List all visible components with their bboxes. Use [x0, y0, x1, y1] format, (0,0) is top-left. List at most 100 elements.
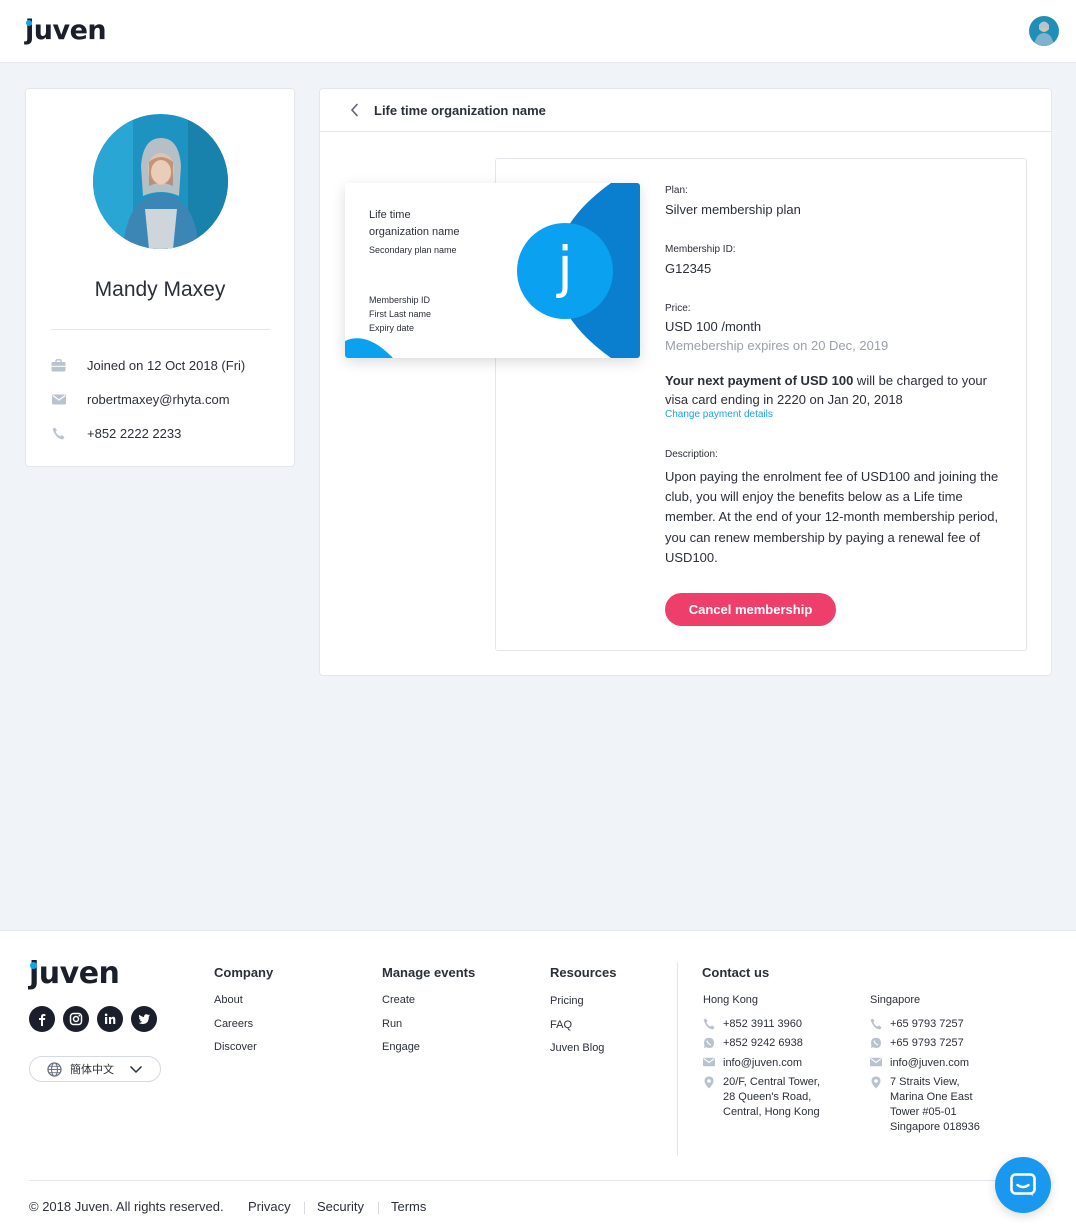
profile-name: Mandy Maxey — [94, 278, 226, 301]
phone-row: +852 2222 2233 — [51, 423, 291, 443]
phone-icon — [870, 1018, 882, 1030]
expiry-text: Memebership expires on 20 Dec, 2019 — [665, 338, 889, 353]
hk-whatsapp-text: +852 9242 6938 — [723, 1037, 803, 1049]
sg-email[interactable]: info@juven.com — [870, 1056, 970, 1071]
contact-heading: Contact us — [702, 965, 770, 980]
sg-whatsapp-text: +65 9793 7257 — [890, 1037, 964, 1049]
manage-events-heading: Manage events — [382, 965, 476, 980]
card-member-name: First Last name — [369, 309, 432, 319]
twitter-icon[interactable] — [131, 1006, 157, 1032]
divider — [51, 329, 270, 330]
sg-phone[interactable]: +65 9793 7257 — [870, 1017, 964, 1032]
top-navbar: juven — [0, 0, 1076, 63]
globe-icon — [47, 1061, 62, 1077]
next-payment-bold: Your next payment of USD 100 — [665, 373, 854, 388]
briefcase-icon — [51, 358, 66, 372]
profile-photo — [93, 114, 228, 249]
joined-row: Joined on 12 Oct 2018 (Fri) — [51, 355, 291, 375]
facebook-icon[interactable] — [29, 1006, 55, 1032]
price-value: USD 100 /month — [665, 319, 762, 334]
logo-text: juven — [25, 15, 107, 46]
logo-dot — [26, 20, 32, 26]
city-singapore: Singapore — [870, 994, 921, 1006]
next-payment-rest: will be charged to your — [853, 373, 987, 388]
card-membership-id: Membership ID — [369, 295, 431, 305]
hk-email[interactable]: info@juven.com — [703, 1056, 803, 1071]
city-hong-kong: Hong Kong — [703, 994, 759, 1006]
footer-link-engage[interactable]: Engage — [382, 1041, 420, 1053]
footer-link-security[interactable]: Security — [317, 1199, 364, 1214]
card-org-line1: Life time — [369, 209, 411, 221]
phone-text[interactable]: +852 2222 2233 — [87, 426, 181, 441]
sg-address-line: Singapore 018936 — [890, 1121, 980, 1133]
change-payment-link[interactable]: Change payment details — [665, 409, 773, 420]
hk-email-text: info@juven.com — [723, 1057, 803, 1069]
panel-title: Life time organization name — [374, 103, 546, 118]
membership-id-value: G12345 — [665, 261, 712, 276]
hk-address-line: Central, Hong Kong — [723, 1106, 820, 1118]
map-pin-icon — [870, 1076, 882, 1089]
panel-header: Life time organization name — [320, 89, 1051, 132]
cancel-membership-button[interactable]: Cancel membership — [665, 593, 836, 626]
hk-phone-text: +852 3911 3960 — [723, 1018, 803, 1030]
language-selector[interactable]: 簡体中文 — [29, 1056, 161, 1082]
copyright: © 2018 Juven. All rights reserved. — [29, 1199, 224, 1214]
email-row: robertmaxey@rhyta.com — [51, 389, 291, 409]
footer-link-pricing[interactable]: Pricing — [550, 995, 584, 1007]
description-text: Upon paying the enrolment fee of USD100 … — [665, 469, 999, 565]
resources-heading: Resources — [550, 965, 617, 980]
next-payment-line2: visa card ending in 2220 on Jan 20, 2018 — [665, 392, 903, 407]
footer-logo-text: juven — [29, 956, 120, 991]
language-label: 簡体中文 — [70, 1064, 114, 1076]
joined-text: Joined on 12 Oct 2018 (Fri) — [87, 357, 246, 373]
chat-icon — [1010, 1173, 1036, 1197]
hk-whatsapp[interactable]: +852 9242 6938 — [703, 1036, 803, 1051]
card-org-line2: organization name — [369, 226, 460, 238]
footer-link-create[interactable]: Create — [382, 994, 415, 1006]
hk-phone[interactable]: +852 3911 3960 — [703, 1017, 803, 1032]
whatsapp-icon — [870, 1037, 882, 1049]
envelope-icon — [703, 1057, 715, 1069]
footer: juven 簡体中文 Company About Careers Discove… — [0, 930, 1076, 1231]
company-heading: Company — [214, 965, 274, 980]
juven-logo[interactable]: juven — [25, 15, 107, 46]
chat-button[interactable] — [995, 1157, 1051, 1213]
membership-panel: Life time organization name Plan: Silver… — [319, 88, 1052, 676]
card-expiry: Expiry date — [369, 323, 415, 333]
sg-phone-text: +65 9793 7257 — [890, 1018, 964, 1030]
profile-card: Mandy Maxey Joined on 12 Oct 2018 (Fri) … — [25, 88, 295, 467]
sg-address: 7 Straits View, Marina One East Tower #0… — [871, 1075, 980, 1135]
card-secondary-plan: Secondary plan name — [369, 245, 457, 255]
link-separator — [378, 1202, 379, 1214]
instagram-icon[interactable] — [63, 1006, 89, 1032]
footer-link-run[interactable]: Run — [382, 1018, 402, 1030]
footer-link-blog[interactable]: Juven Blog — [550, 1042, 604, 1054]
envelope-icon — [870, 1057, 882, 1069]
user-avatar[interactable] — [1029, 16, 1059, 46]
hk-address-line: 20/F, Central Tower, — [723, 1076, 821, 1088]
footer-link-privacy[interactable]: Privacy — [248, 1199, 291, 1214]
footer-link-discover[interactable]: Discover — [214, 1041, 257, 1053]
phone-icon — [51, 426, 66, 440]
sg-address-line: 7 Straits View, — [890, 1076, 960, 1088]
description-label: Description: — [665, 449, 718, 460]
plan-label: Plan: — [665, 185, 688, 196]
sg-address-line: Tower #05-01 — [890, 1106, 957, 1118]
back-chevron-icon[interactable] — [347, 102, 363, 118]
footer-logo[interactable]: juven — [29, 956, 120, 991]
envelope-icon — [51, 392, 66, 406]
link-separator — [304, 1202, 305, 1214]
footer-link-terms[interactable]: Terms — [391, 1199, 426, 1214]
logo-dot — [30, 962, 37, 969]
footer-link-careers[interactable]: Careers — [214, 1018, 253, 1030]
hk-address-line: 28 Queen's Road, — [723, 1091, 812, 1103]
email-text[interactable]: robertmaxey@rhyta.com — [87, 392, 230, 407]
sg-whatsapp[interactable]: +65 9793 7257 — [870, 1036, 964, 1051]
footer-divider — [677, 962, 678, 1156]
sg-email-text: info@juven.com — [890, 1057, 970, 1069]
footer-link-faq[interactable]: FAQ — [550, 1019, 572, 1031]
whatsapp-icon — [703, 1037, 715, 1049]
linkedin-icon[interactable] — [97, 1006, 123, 1032]
footer-link-about[interactable]: About — [214, 994, 243, 1006]
map-pin-icon — [703, 1076, 715, 1089]
